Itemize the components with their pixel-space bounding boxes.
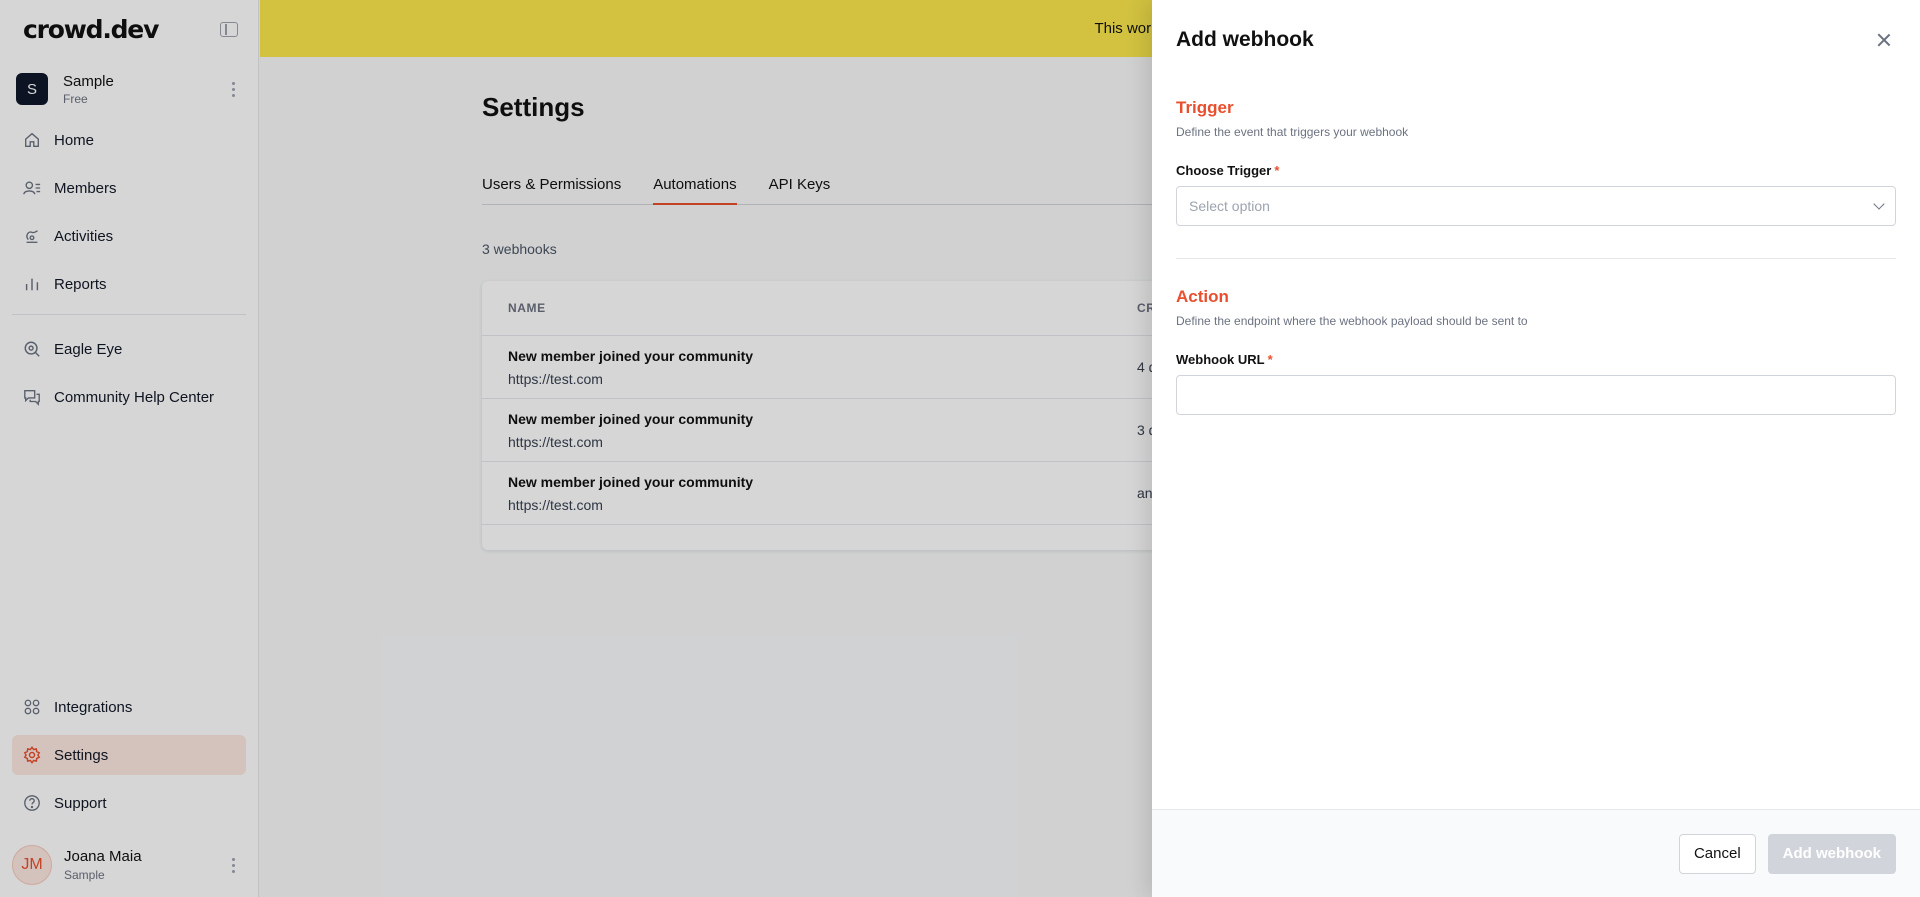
trigger-select-placeholder: Select option [1189,198,1270,214]
add-webhook-drawer: Add webhook Trigger Define the event tha… [1152,0,1920,897]
close-icon[interactable] [1876,32,1892,48]
cancel-button[interactable]: Cancel [1678,833,1756,874]
webhook-url-input[interactable] [1176,375,1896,415]
add-webhook-button[interactable]: Add webhook [1767,833,1896,874]
action-title: Action [1176,287,1229,306]
drawer-footer: Cancel Add webhook [1152,809,1920,897]
section-divider [1176,258,1896,259]
trigger-description: Define the event that triggers your webh… [1176,125,1409,139]
action-section: Action Define the endpoint where the web… [1152,287,1920,415]
chevron-down-icon [1873,198,1885,210]
trigger-label: Choose Trigger * [1176,163,1896,178]
required-mark: * [1274,163,1280,178]
drawer-title: Add webhook [1176,28,1314,51]
webhook-url-label: Webhook URL * [1176,352,1896,367]
required-mark: * [1267,352,1273,367]
trigger-select[interactable]: Select option [1176,186,1896,226]
trigger-title: Trigger [1176,98,1234,117]
trigger-label-text: Choose Trigger [1176,163,1272,178]
drawer-header: Add webhook [1152,0,1920,80]
webhook-url-label-text: Webhook URL [1176,352,1265,367]
trigger-section: Trigger Define the event that triggers y… [1152,98,1920,226]
action-description: Define the endpoint where the webhook pa… [1176,314,1528,328]
